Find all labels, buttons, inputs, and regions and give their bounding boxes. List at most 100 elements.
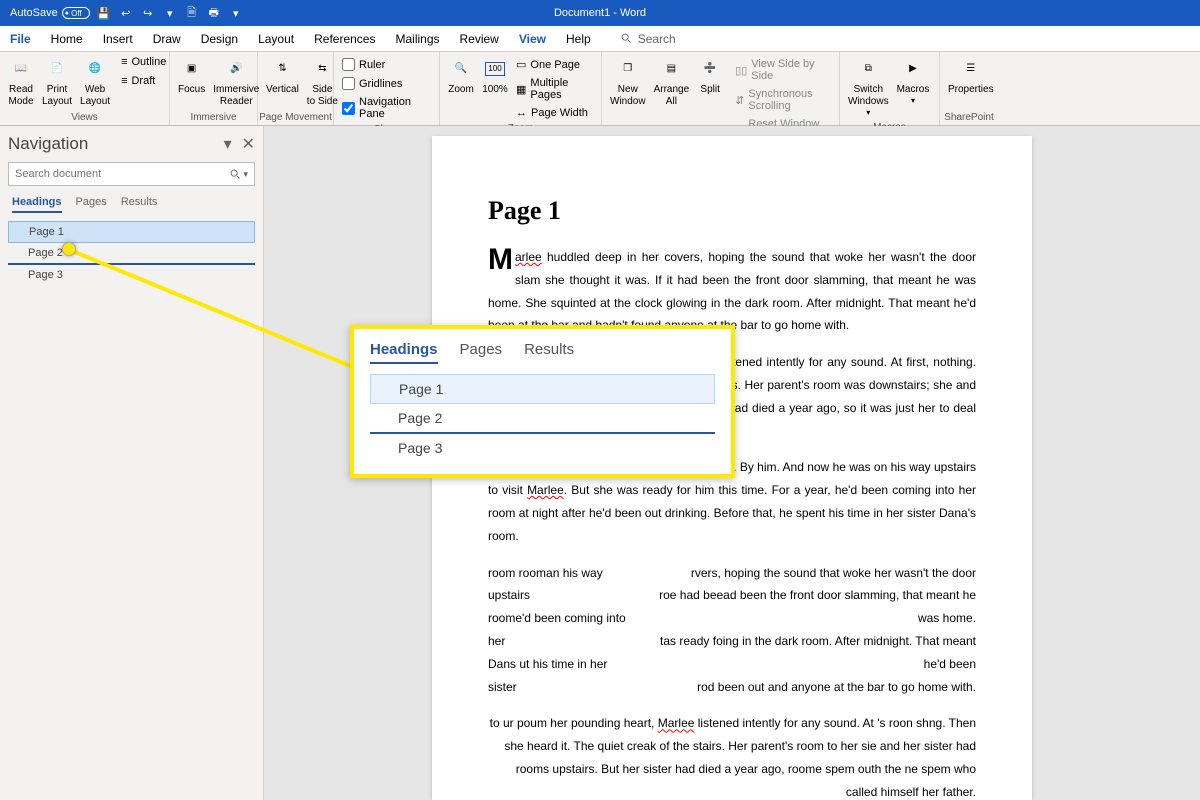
print-layout-button[interactable]: 📄Print Layout (38, 54, 76, 110)
tab-review[interactable]: Review (450, 26, 509, 51)
ribbon-group-immersive: Immersive (170, 112, 257, 125)
new-window-icon: ❐ (615, 56, 641, 82)
tab-mailings[interactable]: Mailings (385, 26, 449, 51)
nav-search[interactable]: ▾ (8, 162, 255, 186)
zoom-icon: 🔍 (448, 56, 474, 82)
switch-windows-button[interactable]: ⧉Switch Windows▾ (844, 54, 893, 120)
callout-tab-headings[interactable]: Headings (370, 341, 438, 364)
tab-layout[interactable]: Layout (248, 26, 304, 51)
document-title: Document1 - Word (554, 7, 646, 19)
page-heading: Page 1 (488, 196, 976, 226)
nav-pane-checkbox[interactable]: Navigation Pane (338, 94, 435, 122)
annotation-marker (62, 242, 76, 256)
gridlines-checkbox[interactable]: Gridlines (338, 75, 435, 92)
draft-button[interactable]: ≡ Draft (117, 73, 170, 89)
callout-item-page-3[interactable]: Page 3 (370, 434, 715, 462)
nav-pane-title: Navigation (8, 134, 88, 154)
zoom-button[interactable]: 🔍Zoom (444, 54, 478, 98)
tab-draw[interactable]: Draw (143, 26, 191, 51)
nav-search-input[interactable] (15, 168, 230, 180)
callout-tab-results[interactable]: Results (524, 341, 574, 364)
read-mode-button[interactable]: 📖Read Mode (4, 54, 38, 110)
focus-icon: ▣ (179, 56, 205, 82)
nav-item-page-2[interactable]: Page 2 (8, 243, 255, 265)
read-mode-icon: 📖 (8, 56, 34, 82)
redo-icon[interactable]: ↪ (140, 5, 156, 21)
callout-item-page-2[interactable]: Page 2 (370, 404, 715, 434)
tell-me-search[interactable]: Search (621, 32, 676, 46)
switch-windows-icon: ⧉ (855, 56, 881, 82)
body-fragment: room rooman his way upstairs (488, 562, 638, 608)
properties-button[interactable]: ☰Properties (944, 54, 998, 98)
print-icon[interactable]: 🖶 (206, 5, 222, 21)
save-icon[interactable]: 💾 (96, 5, 112, 21)
body-fragment: roome'd been coming into her (488, 607, 638, 653)
web-layout-icon: 🌐 (82, 56, 108, 82)
web-layout-button[interactable]: 🌐Web Layout (76, 54, 114, 110)
vertical-icon: ⇅ (269, 56, 295, 82)
page-width-button[interactable]: ↔ Page Width (512, 105, 597, 121)
zoom-100-button[interactable]: 100100% (478, 54, 512, 98)
tab-design[interactable]: Design (191, 26, 248, 51)
tab-insert[interactable]: Insert (93, 26, 143, 51)
nav-pane-close-icon[interactable]: ✕ (242, 134, 255, 154)
ribbon-group-sharepoint: SharePoint (940, 112, 998, 125)
arrange-all-button[interactable]: ▤Arrange All (650, 54, 694, 110)
title-bar: AutoSave ● Off 💾 ↩ ↪ ▾ 🗎 🖶 ▾ Document1 -… (0, 0, 1200, 26)
qat-more-icon[interactable]: ▾ (162, 5, 178, 21)
search-icon (230, 169, 241, 180)
nav-tab-results[interactable]: Results (121, 196, 158, 213)
one-page-button[interactable]: ▭ One Page (512, 56, 597, 73)
callout-tab-pages[interactable]: Pages (460, 341, 503, 364)
new-doc-icon[interactable]: 🗎 (184, 5, 200, 21)
autosave-label: AutoSave (10, 7, 58, 19)
outline-button[interactable]: ≡ Outline (117, 54, 170, 70)
tab-view[interactable]: View (509, 26, 556, 51)
arrange-all-icon: ▤ (658, 56, 684, 82)
multiple-pages-button[interactable]: ▦ Multiple Pages (512, 75, 597, 103)
immersive-reader-button[interactable]: 🔊Immersive Reader (209, 54, 263, 110)
new-window-button[interactable]: ❐New Window (606, 54, 650, 110)
split-button[interactable]: ➗Split (693, 54, 727, 98)
undo-icon[interactable]: ↩ (118, 5, 134, 21)
tab-references[interactable]: References (304, 26, 385, 51)
ribbon: 📖Read Mode 📄Print Layout 🌐Web Layout ≡ O… (0, 52, 1200, 126)
split-icon: ➗ (697, 56, 723, 82)
vertical-button[interactable]: ⇅Vertical (262, 54, 303, 98)
macros-icon: ▶ (900, 56, 926, 82)
body-fragment: rvers, hoping the sound that woke her wa… (658, 562, 976, 585)
navigation-pane: Navigation ▾ ✕ ▾ Headings Pages Results … (0, 126, 264, 800)
tab-help[interactable]: Help (556, 26, 601, 51)
nav-item-page-3[interactable]: Page 3 (8, 265, 255, 286)
body-fragment: roe had beead been the front door slammi… (658, 584, 976, 630)
nav-item-page-1[interactable]: Page 1 (8, 221, 255, 243)
side-to-side-icon: ⇆ (309, 56, 335, 82)
callout-item-page-1[interactable]: Page 1 (370, 374, 715, 404)
body-paragraph: to ur poum her pounding heart, Marlee li… (488, 712, 976, 800)
body-fragment: rod been out and anyone at the bar to go… (658, 676, 976, 699)
search-dropdown-icon[interactable]: ▾ (241, 169, 248, 180)
search-icon (621, 33, 632, 44)
ruler-checkbox[interactable]: Ruler (338, 56, 435, 73)
ribbon-group-views: Views (0, 112, 169, 125)
tab-file[interactable]: File (0, 26, 41, 51)
nav-tab-pages[interactable]: Pages (76, 196, 107, 213)
macros-button[interactable]: ▶Macros▾ (893, 54, 934, 108)
nav-tab-headings[interactable]: Headings (12, 196, 62, 213)
tab-home[interactable]: Home (41, 26, 93, 51)
body-paragraph: Marlee huddled deep in her covers, hopin… (488, 246, 976, 337)
body-fragment: Dans ut his time in her sister (488, 653, 638, 699)
customize-qat-icon[interactable]: ▾ (228, 5, 244, 21)
nav-pane-menu-icon[interactable]: ▾ (224, 134, 232, 154)
focus-button[interactable]: ▣Focus (174, 54, 209, 98)
zoom-100-icon: 100 (482, 56, 508, 82)
body-fragment: tas ready foing in the dark room. After … (658, 630, 976, 676)
print-layout-icon: 📄 (44, 56, 70, 82)
autosave-toggle[interactable]: AutoSave ● Off (10, 7, 90, 19)
sync-scrolling-button: ⇵ Synchronous Scrolling (731, 86, 835, 114)
annotation-callout: Headings Pages Results Page 1 Page 2 Pag… (350, 325, 735, 478)
nav-headings-list: Page 1 Page 2 Page 3 (8, 221, 255, 286)
immersive-reader-icon: 🔊 (223, 56, 249, 82)
view-side-by-side-button[interactable]: ▯▯ View Side by Side (731, 56, 835, 84)
ribbon-tabs: File Home Insert Draw Design Layout Refe… (0, 26, 1200, 52)
